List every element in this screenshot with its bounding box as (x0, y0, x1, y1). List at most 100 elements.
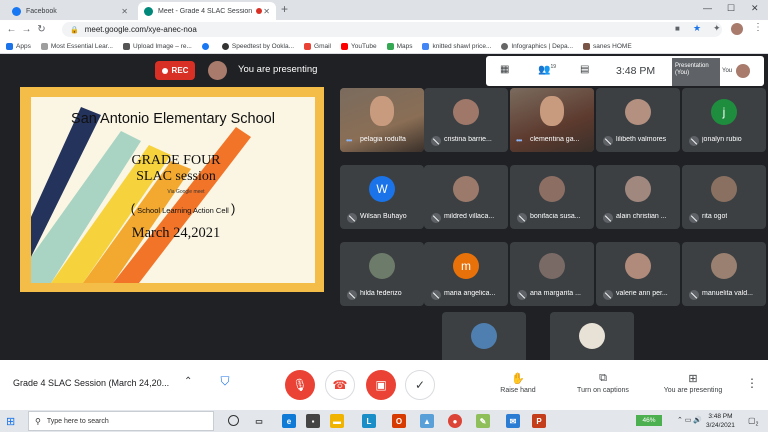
apps-grid-icon (6, 42, 13, 50)
chat-icon[interactable]: ▤ (580, 64, 589, 75)
grid-layout-icon[interactable]: ▦ (500, 64, 509, 75)
edge-icon[interactable]: e (282, 414, 296, 428)
mic-muted-icon (603, 213, 613, 223)
participant-tile[interactable]: alain christian ... (596, 165, 680, 229)
slide-cell-label: ( School Learning Action Cell ) (130, 201, 236, 216)
windows-start-icon[interactable]: ⊞ (6, 415, 15, 428)
store-icon[interactable]: ▪ (306, 414, 320, 428)
url-input[interactable]: 🔒 meet.google.com/xye-anec-noa (62, 22, 722, 37)
participant-tile[interactable]: W Wilsan Buhayo (340, 165, 424, 229)
camera-toggle-button[interactable]: ▣ (366, 370, 396, 400)
more-options-icon[interactable]: ⋮ (746, 376, 758, 390)
participant-tile[interactable]: ••• pelagia rodulfa (340, 88, 424, 152)
participant-tile[interactable]: ana margarita ... (510, 242, 594, 306)
captions-button[interactable]: ⧉ Turn on captions (566, 372, 640, 394)
forward-icon[interactable]: → (19, 24, 34, 35)
reload-icon[interactable]: ↻ (34, 24, 49, 35)
paint-icon[interactable]: ✎ (476, 414, 490, 428)
tab-label: Meet - Grade 4 SLAC Session (158, 7, 253, 15)
taskbar-search-input[interactable]: ⚲ Type here to search (28, 411, 214, 431)
bookmark-apps[interactable]: Apps (6, 42, 31, 50)
youtube-icon (341, 42, 349, 50)
participant-name: cristina barrie... (444, 136, 492, 143)
close-tab-icon[interactable]: ✕ (263, 7, 270, 16)
tray-icons[interactable]: ⌃ ▭ 🔊 (677, 416, 702, 424)
participant-tile[interactable]: mildred villaca... (424, 165, 508, 229)
bookmark-gmail[interactable]: Gmail (304, 42, 331, 50)
task-view-icon[interactable]: ▭ (252, 414, 266, 428)
taskbar-clock[interactable]: 3:48 PM 3/24/2021 (706, 412, 735, 430)
close-tab-icon[interactable]: ✕ (121, 7, 128, 16)
avatar: W (369, 176, 395, 202)
participant-tile[interactable]: hilda federizo (340, 242, 424, 306)
avatar (579, 323, 605, 349)
present-button[interactable]: ✓ (405, 370, 435, 400)
mic-muted-icon (689, 290, 699, 300)
chrome-icon[interactable]: ● (448, 414, 462, 428)
participant-tile[interactable]: cristina barrie... (424, 88, 508, 152)
participant-tile[interactable]: lilibeth valmores (596, 88, 680, 152)
participant-name: lilibeth valmores (616, 136, 667, 143)
menu-icon[interactable]: ⋮ (753, 22, 763, 33)
avatar (539, 176, 565, 202)
tab-facebook[interactable]: Facebook ✕ (6, 2, 134, 20)
host-controls-shield-icon[interactable]: ⛉ (217, 374, 233, 392)
presenting-button[interactable]: ⊞ You are presenting (656, 372, 730, 394)
bookmark-item[interactable]: sanes HOME (583, 42, 632, 50)
participant-tile[interactable]: manuelita vald... (682, 242, 766, 306)
star-icon[interactable]: ★ (693, 23, 701, 34)
bookmark-item[interactable]: Speedtest by Ookla... (221, 42, 294, 50)
minimize-icon[interactable]: — (703, 3, 712, 13)
explorer-icon[interactable]: ▬ (330, 414, 344, 428)
participant-tile[interactable]: ••• clementina ga... (510, 88, 594, 152)
bookmark-item[interactable]: Upload Image – re... (122, 42, 192, 50)
bookmark-item[interactable]: knitted shawl price... (422, 42, 491, 50)
windows-taskbar: ⊞ ⚲ Type here to search ▭ e ▪ ▬ L O ▲ ● ✎… (0, 410, 768, 432)
participant-name: hilda federizo (360, 290, 402, 297)
mic-toggle-button[interactable]: 🎙 (285, 370, 315, 400)
bookmark-item[interactable]: Infographics | Depa... (501, 42, 573, 50)
search-icon: ⚲ (35, 416, 41, 426)
office-icon[interactable]: O (392, 414, 406, 428)
notification-icon[interactable]: ▢2 (748, 416, 758, 428)
participant-tile[interactable]: m maria angelica... (424, 242, 508, 306)
maximize-icon[interactable]: ☐ (727, 3, 735, 14)
avatar (453, 176, 479, 202)
presentation-thumbnail[interactable]: Presentation (You) (672, 58, 720, 86)
slide-session: SLAC session (136, 169, 216, 184)
raise-hand-button[interactable]: ✋ Raise hand (496, 372, 540, 394)
photos-icon[interactable]: ▲ (420, 414, 434, 428)
participant-name: rita ogot (702, 213, 728, 220)
bookmark-maps[interactable]: Maps (386, 42, 412, 50)
participant-tile[interactable]: valerie ann per... (596, 242, 680, 306)
mic-muted-icon (347, 290, 357, 300)
mail-icon[interactable]: ✉ (506, 414, 520, 428)
people-button[interactable]: 👥19 (538, 64, 556, 75)
powerpoint-icon[interactable]: P (532, 414, 546, 428)
extensions-icon[interactable]: ✦ (713, 23, 721, 34)
meet-icon (144, 6, 153, 16)
bookmark-item[interactable]: Most Essential Lear... (40, 42, 113, 50)
participant-tile[interactable]: j jonalyn rubio (682, 88, 766, 152)
battery-indicator[interactable]: 46% (636, 415, 662, 426)
participant-tile[interactable]: rita ogot (682, 165, 766, 229)
facebook-icon (201, 42, 209, 50)
close-window-icon[interactable]: ✕ (751, 3, 759, 14)
avatar (625, 253, 651, 279)
camera-icon[interactable]: ■ (675, 24, 680, 33)
chevron-up-icon[interactable]: ⌃ (184, 376, 192, 387)
participant-tile[interactable]: bonifacia susa... (510, 165, 594, 229)
leave-call-button[interactable]: ☎ (325, 370, 355, 400)
launcher-icon[interactable]: L (362, 414, 376, 428)
bookmark-youtube[interactable]: YouTube (341, 42, 377, 50)
back-icon[interactable]: ← (4, 24, 19, 35)
cortana-icon[interactable] (228, 415, 239, 426)
profile-avatar[interactable] (731, 23, 743, 35)
recording-badge: REC (155, 61, 195, 80)
mic-muted-icon (431, 213, 441, 223)
new-tab-icon[interactable]: + (281, 2, 288, 16)
mic-muted-icon (603, 136, 613, 146)
checkmark-icon: ✓ (414, 378, 426, 392)
bookmark-facebook[interactable] (201, 42, 212, 50)
tab-meet[interactable]: Meet - Grade 4 SLAC Session ✕ (138, 2, 276, 20)
